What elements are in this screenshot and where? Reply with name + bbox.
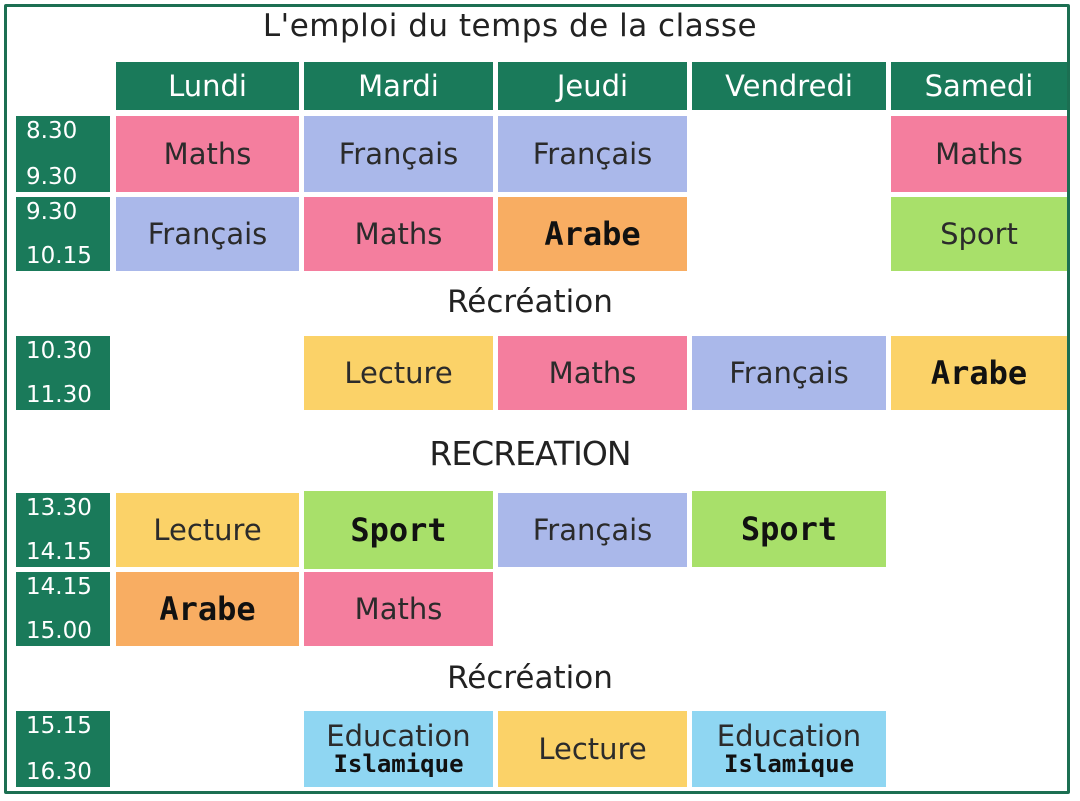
- subject-line-1: Education: [716, 719, 862, 754]
- slot-lundi-r1: Maths: [116, 116, 299, 192]
- slot-lundi-r4: Lecture: [116, 493, 299, 567]
- time-start: 13.30: [26, 495, 92, 521]
- slot-jeudi-r3: Maths: [498, 336, 687, 410]
- slot-mardi-r6: Education Islamique: [304, 711, 493, 787]
- slot-mardi-r2: Maths: [304, 197, 493, 271]
- break-label-1: Récréation: [447, 284, 613, 320]
- time-end: 14.15: [26, 539, 92, 565]
- time-end: 9.30: [26, 164, 78, 190]
- break-label-2: RECREATION: [429, 434, 631, 473]
- time-slot-1: 8.30 9.30: [16, 116, 110, 192]
- slot-mardi-r3: Lecture: [304, 336, 493, 410]
- header-vendredi: Vendredi: [692, 62, 886, 110]
- time-slot-2: 9.30 10.15: [16, 197, 110, 271]
- time-end: 10.15: [26, 243, 92, 269]
- subject-line-2: Islamique: [333, 749, 464, 778]
- slot-samedi-r2: Sport: [891, 197, 1067, 271]
- header-lundi: Lundi: [116, 62, 299, 110]
- time-start: 9.30: [26, 199, 78, 225]
- page-title: L'emploi du temps de la classe: [262, 8, 758, 44]
- slot-lundi-r2: Français: [116, 197, 299, 271]
- time-start: 10.30: [26, 338, 92, 364]
- time-end: 11.30: [26, 382, 92, 408]
- time-slot-3: 10.30 11.30: [16, 336, 110, 410]
- slot-mardi-r4: Sport: [304, 491, 493, 569]
- header-samedi: Samedi: [891, 62, 1067, 110]
- slot-jeudi-r2: Arabe: [498, 197, 687, 271]
- slot-mardi-r1: Français: [304, 116, 493, 192]
- time-start: 15.15: [26, 713, 92, 739]
- header-mardi: Mardi: [304, 62, 493, 110]
- slot-jeudi-r4: Français: [498, 493, 687, 567]
- time-end: 16.30: [26, 759, 92, 785]
- slot-mardi-r5: Maths: [304, 572, 493, 646]
- slot-lundi-r5: Arabe: [116, 572, 299, 646]
- time-start: 14.15: [26, 574, 92, 600]
- time-slot-5: 14.15 15.00: [16, 572, 110, 646]
- slot-jeudi-r1: Français: [498, 116, 687, 192]
- time-slot-6: 15.15 16.30: [16, 711, 110, 787]
- slot-vendredi-r4: Sport: [692, 491, 886, 567]
- time-slot-4: 13.30 14.15: [16, 493, 110, 567]
- slot-samedi-r1: Maths: [891, 116, 1067, 192]
- header-jeudi: Jeudi: [498, 62, 687, 110]
- slot-vendredi-r3: Français: [692, 336, 886, 410]
- subject-line-1: Education: [326, 719, 471, 754]
- slot-vendredi-r6: Education Islamique: [692, 711, 886, 787]
- slot-jeudi-r6: Lecture: [498, 711, 687, 787]
- break-label-3: Récréation: [447, 660, 613, 696]
- time-start: 8.30: [26, 118, 78, 144]
- slot-samedi-r3: Arabe: [891, 336, 1067, 410]
- time-end: 15.00: [26, 618, 92, 644]
- subject-line-2: Islamique: [723, 749, 855, 778]
